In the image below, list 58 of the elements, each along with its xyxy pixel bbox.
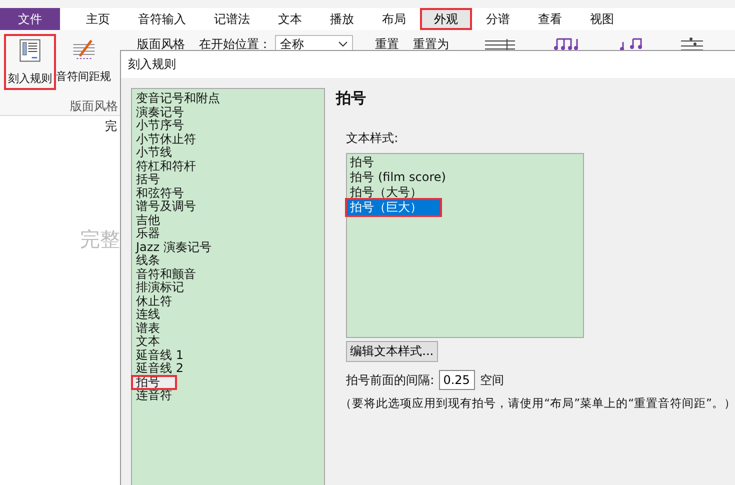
category-item[interactable]: 音符和颤音 — [132, 268, 324, 281]
ribbon-tab[interactable]: 查看 — [524, 8, 576, 30]
ribbon-tab[interactable]: 记谱法 — [200, 8, 264, 30]
ribbon-tab[interactable]: 布局 — [368, 8, 420, 30]
start-label: 在开始位置： — [199, 36, 271, 52]
group-label: 版面风格 — [70, 98, 118, 115]
note-text: （要将此选项应用到现有拍号，请使用“布局”菜单上的“重置音符间距”。） — [340, 396, 735, 411]
ribbon-button[interactable]: 音符间距规 — [54, 36, 113, 86]
category-item[interactable]: 演奏记号 — [132, 106, 324, 119]
category-item[interactable]: 连线 — [132, 308, 324, 322]
unit-label: 空间 — [480, 372, 504, 388]
category-item[interactable]: 排演标记 — [132, 281, 324, 294]
section-heading: 拍号 — [336, 89, 368, 108]
chevron-down-icon — [338, 41, 348, 47]
ribbon-tab[interactable]: 外观 — [420, 8, 472, 30]
ribbon-tab[interactable]: 主页 — [72, 8, 124, 30]
category-item[interactable]: 乐器 — [132, 227, 324, 240]
ribbon-tab[interactable]: 音符输入 — [124, 8, 200, 30]
text-style-item[interactable]: 拍号 (film score) — [347, 170, 584, 185]
category-item[interactable]: 吉他 — [132, 214, 324, 227]
category-item[interactable]: 文本 — [132, 335, 324, 348]
category-item[interactable]: 小节线 — [132, 146, 324, 160]
ribbon-tab[interactable]: 视图 — [576, 8, 628, 30]
document-text: 完 — [105, 118, 117, 135]
reset-to-button[interactable]: 重置为 — [413, 36, 449, 52]
document-text: 完整 — [80, 226, 120, 253]
reset-button[interactable]: 重置 — [375, 36, 399, 52]
ribbon-tab[interactable]: 分谱 — [472, 8, 524, 30]
category-item[interactable]: 括号 — [132, 173, 324, 186]
text-style-list[interactable]: 拍号 拍号 (film score) 拍号（大号） 拍号（巨大） — [346, 153, 584, 338]
gap-label: 拍号前面的间隔: — [346, 372, 434, 388]
category-item[interactable]: 休止符 — [132, 294, 324, 308]
category-item[interactable]: Jazz 演奏记号 — [132, 240, 324, 254]
text-style-item[interactable]: 拍号（巨大） — [347, 200, 440, 215]
category-item[interactable]: 和弦符号 — [132, 186, 324, 200]
category-item[interactable]: 小节休止符 — [132, 132, 324, 146]
numbered-staff-icon[interactable] — [679, 37, 705, 51]
category-item[interactable]: 延音线 2 — [132, 362, 324, 376]
notes-icon[interactable] — [617, 37, 645, 51]
category-item[interactable]: 连音符 — [132, 389, 324, 402]
gap-input[interactable]: 0.25 — [439, 370, 476, 390]
category-item[interactable]: 变音记号和附点 — [132, 92, 324, 106]
text-style-item[interactable]: 拍号（大号） — [347, 185, 584, 200]
text-style-label: 文本样式: — [346, 130, 400, 147]
category-item[interactable]: 谱号及调号 — [132, 200, 324, 214]
house-style-label: 版面风格 — [137, 36, 185, 52]
ribbon-tab[interactable]: 文本 — [264, 8, 316, 30]
file-menu-tab[interactable]: 文件 — [0, 8, 60, 30]
ribbon-button[interactable]: 刻入规则 — [6, 36, 54, 88]
text-style-item[interactable]: 拍号 — [347, 155, 584, 170]
category-item[interactable]: 延音线 1 — [132, 348, 324, 362]
edit-text-style-button[interactable]: 编辑文本样式... — [346, 341, 438, 362]
category-item[interactable]: 符杠和符杆 — [132, 160, 324, 173]
ribbon-tab[interactable]: 播放 — [316, 8, 368, 30]
category-item[interactable]: 小节序号 — [132, 119, 324, 132]
dialog-title: 刻入规则 — [128, 56, 176, 73]
category-item[interactable]: 线条 — [132, 254, 324, 268]
category-item[interactable]: 谱表 — [132, 322, 324, 335]
